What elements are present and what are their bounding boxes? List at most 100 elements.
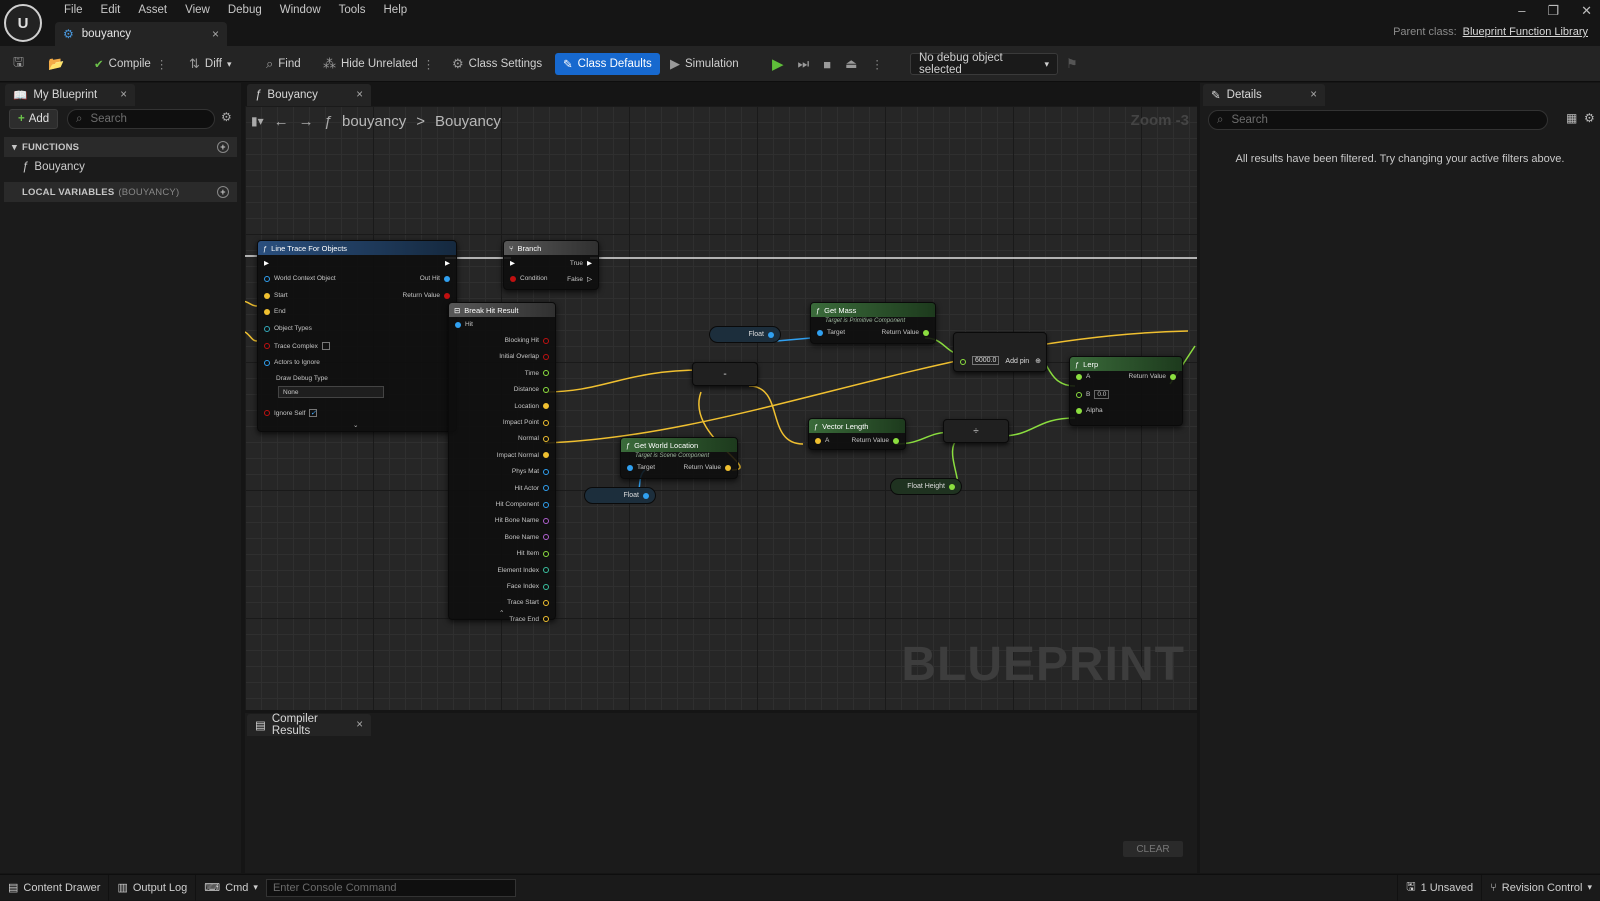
- line-trace-node[interactable]: ƒ Line Trace For Objects ▶ ▶ World Contex…: [257, 240, 457, 432]
- graph-tab[interactable]: ƒ Bouyancy ×: [247, 84, 371, 106]
- more-icon[interactable]: ⋮: [156, 57, 168, 71]
- functions-section[interactable]: ▾ FUNCTIONS +: [4, 137, 237, 157]
- pin-world-context[interactable]: World Context Object: [264, 275, 336, 282]
- pin-condition[interactable]: Condition: [510, 275, 547, 282]
- float-variable-node[interactable]: Float: [584, 487, 656, 504]
- more-icon[interactable]: ⋮: [423, 57, 435, 71]
- compiler-results-tab[interactable]: ▤ Compiler Results ×: [247, 713, 371, 737]
- settings-gear-icon[interactable]: ⚙: [1584, 111, 1595, 125]
- pin-target[interactable]: Target: [627, 464, 655, 471]
- exec-in-pin[interactable]: ▶: [510, 259, 515, 267]
- menu-help[interactable]: Help: [375, 3, 417, 17]
- menu-debug[interactable]: Debug: [219, 3, 271, 17]
- add-variable-icon[interactable]: +: [217, 186, 229, 198]
- class-settings-button[interactable]: ⚙ Class Settings: [452, 53, 542, 75]
- close-icon[interactable]: ×: [212, 27, 219, 41]
- pin-true[interactable]: True ▶: [570, 259, 592, 268]
- break-hit-output-pin[interactable]: Hit Bone Name: [495, 517, 549, 524]
- collapse-arrow-icon[interactable]: ⌃: [499, 609, 504, 617]
- break-hit-output-pin[interactable]: Element Index: [497, 567, 549, 574]
- pin-false[interactable]: False ▷: [567, 275, 592, 284]
- pin-hit[interactable]: Hit: [455, 321, 473, 328]
- details-tab[interactable]: ✎ Details ×: [1203, 84, 1325, 106]
- get-world-location-node[interactable]: ƒ Get World Location Target is Scene Comp…: [620, 437, 738, 479]
- get-mass-node[interactable]: ƒ Get Mass Target is Primitive Component …: [810, 302, 936, 344]
- break-hit-output-pin[interactable]: Time: [525, 370, 549, 377]
- break-hit-output-pin[interactable]: Bone Name: [505, 534, 549, 541]
- breadcrumb-current[interactable]: Bouyancy: [435, 113, 501, 130]
- float-variable-node[interactable]: Float: [709, 326, 781, 343]
- break-hit-output-pin[interactable]: Location: [514, 403, 549, 410]
- break-hit-output-pin[interactable]: Blocking Hit: [505, 337, 549, 344]
- close-icon[interactable]: ×: [356, 719, 363, 731]
- bookmark-icon[interactable]: ▮▾: [251, 114, 264, 128]
- break-hit-output-pin[interactable]: Normal: [518, 435, 549, 442]
- unreal-logo-icon[interactable]: U: [4, 4, 42, 42]
- close-icon[interactable]: ×: [356, 89, 363, 101]
- save-button[interactable]: 🖫: [13, 53, 24, 75]
- pin-end[interactable]: End: [264, 308, 286, 315]
- pin-return-value[interactable]: Return Value: [1129, 373, 1176, 380]
- browse-button[interactable]: 📂: [48, 53, 64, 75]
- class-defaults-button[interactable]: ✎ Class Defaults: [555, 53, 660, 75]
- restore-icon[interactable]: ❐: [1547, 3, 1559, 19]
- break-hit-result-node[interactable]: ⊟ Break Hit Result Hit Blocking Hit Initia…: [448, 302, 556, 623]
- expand-arrow-icon[interactable]: ⌄: [353, 421, 358, 429]
- diff-button[interactable]: ⇅ Diff ▾: [189, 53, 231, 75]
- minimize-icon[interactable]: –: [1518, 3, 1525, 19]
- vector-length-node[interactable]: ƒ Vector Length A Return Value: [808, 418, 906, 450]
- multiply-node[interactable]: 6000.0 Add pin ⊕: [953, 332, 1047, 372]
- draw-debug-dropdown[interactable]: None: [278, 386, 384, 398]
- break-hit-output-pin[interactable]: Distance: [514, 386, 549, 393]
- eject-icon[interactable]: ⏏: [845, 56, 857, 72]
- menu-view[interactable]: View: [176, 3, 219, 17]
- menu-tools[interactable]: Tools: [330, 3, 375, 17]
- menu-file[interactable]: File: [55, 3, 92, 17]
- function-item-bouyancy[interactable]: ƒ Bouyancy: [22, 161, 85, 173]
- blueprint-graph[interactable]: Zoom -3 ƒ Line Trace For Objects ▶ ▶ Worl…: [245, 106, 1197, 710]
- multiply-value[interactable]: 6000.0: [972, 356, 1000, 365]
- find-button[interactable]: ⌕ Find: [266, 53, 301, 75]
- pin-alpha[interactable]: Alpha: [1076, 407, 1103, 414]
- pin-a[interactable]: A: [815, 437, 829, 444]
- close-icon[interactable]: ×: [1310, 89, 1317, 101]
- float-height-node[interactable]: Float Height: [890, 478, 962, 495]
- branch-node[interactable]: ⑂ Branch ▶ True ▶ Condition False ▷: [503, 240, 599, 290]
- add-function-icon[interactable]: +: [217, 141, 229, 153]
- break-hit-output-pin[interactable]: Phys Mat: [512, 468, 549, 475]
- break-hit-output-pin[interactable]: Face Index: [507, 583, 549, 590]
- divide-node[interactable]: ÷: [943, 419, 1009, 443]
- revision-control-button[interactable]: ⑂ Revision Control ▾: [1482, 875, 1600, 901]
- pin-ignore-self[interactable]: Ignore Self ✓: [264, 409, 318, 417]
- pin-object-types[interactable]: Object Types: [264, 325, 312, 332]
- exec-in-pin[interactable]: ▶: [264, 259, 269, 267]
- lerp-b-value[interactable]: 0.0: [1094, 390, 1110, 399]
- my-blueprint-tab[interactable]: 📖 My Blueprint ×: [5, 84, 135, 106]
- debug-filter-button[interactable]: ⚑: [1066, 53, 1078, 75]
- subtract-node[interactable]: -: [692, 362, 758, 386]
- play-icon[interactable]: ▶: [772, 55, 784, 73]
- breadcrumb-root[interactable]: bouyancy: [342, 113, 406, 130]
- document-tab[interactable]: ⚙ bouyancy ×: [55, 22, 227, 46]
- simulation-button[interactable]: ▶ Simulation: [670, 53, 739, 75]
- break-hit-output-pin[interactable]: Impact Normal: [497, 452, 549, 459]
- more-icon[interactable]: ⋮: [871, 57, 883, 71]
- table-view-icon[interactable]: ▦: [1566, 111, 1577, 125]
- step-icon[interactable]: ⏭: [798, 56, 810, 72]
- settings-gear-icon[interactable]: ⚙: [221, 110, 232, 124]
- debug-object-dropdown[interactable]: No debug object selected ▾: [910, 52, 1058, 76]
- break-hit-output-pin[interactable]: Hit Component: [496, 501, 549, 508]
- forward-arrow-icon[interactable]: →: [299, 113, 314, 130]
- details-search[interactable]: ⌕ Search: [1208, 110, 1548, 130]
- menu-window[interactable]: Window: [271, 3, 330, 17]
- stop-icon[interactable]: ■: [823, 57, 831, 72]
- add-pin-icon[interactable]: ⊕: [1035, 357, 1041, 365]
- pin-return-value[interactable]: Return Value: [684, 464, 731, 471]
- pin-return-value[interactable]: Return Value: [852, 437, 899, 444]
- pin-out-hit[interactable]: Out Hit: [420, 275, 450, 282]
- unsaved-button[interactable]: 🖫 1 Unsaved: [1397, 874, 1483, 901]
- pin-target[interactable]: Target: [817, 329, 845, 336]
- exec-out-pin[interactable]: ▶: [445, 259, 450, 267]
- clear-button[interactable]: CLEAR: [1123, 841, 1183, 857]
- break-hit-output-pin[interactable]: Impact Point: [503, 419, 549, 426]
